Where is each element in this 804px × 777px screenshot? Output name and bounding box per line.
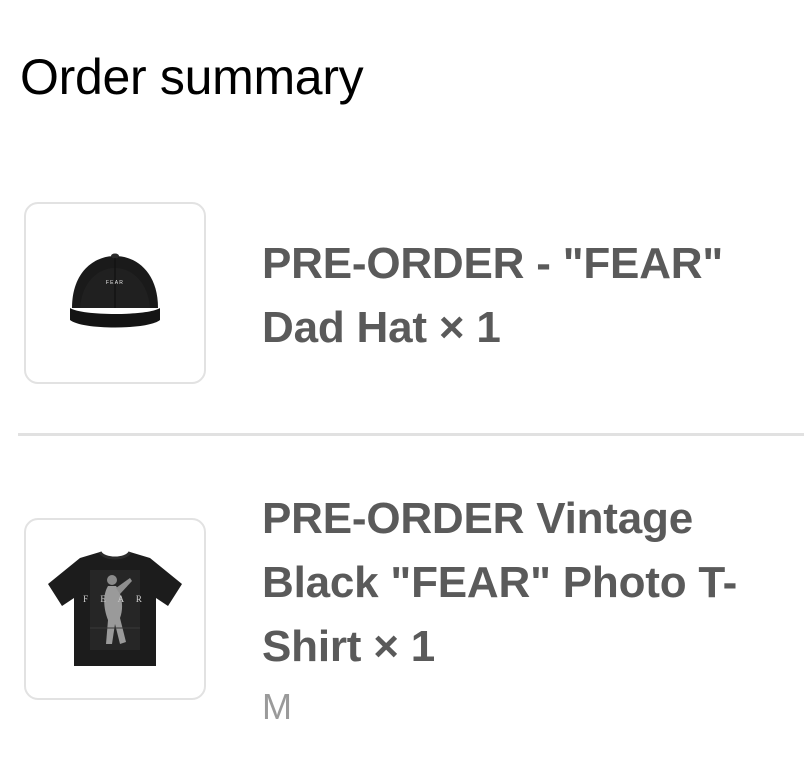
item-name-line: Black "FEAR" Photo T-	[262, 558, 738, 607]
item-variant-size: M	[262, 686, 292, 727]
hat-print-text: FEAR	[106, 280, 124, 286]
tshirt-print-text: F E A R	[83, 594, 147, 604]
item-details: PRE-ORDER - "FEAR" Dad Hat × 1	[262, 232, 792, 360]
black-dad-hat-image: FEAR	[70, 253, 160, 328]
item-name-line: Dad Hat × 1	[262, 303, 501, 352]
order-summary-title: Order summary	[20, 49, 364, 105]
product-thumbnail[interactable]: F E A R	[24, 518, 206, 700]
product-thumbnail[interactable]: FEAR	[24, 202, 206, 384]
item-name-line: PRE-ORDER Vintage	[262, 494, 693, 543]
item-name-line: Shirt × 1	[262, 622, 436, 671]
black-photo-tshirt-image: F E A R	[48, 551, 182, 666]
item-name: PRE-ORDER - "FEAR" Dad Hat × 1	[262, 232, 792, 360]
item-divider	[18, 433, 804, 436]
item-name-line: PRE-ORDER - "FEAR"	[262, 239, 724, 288]
item-name: PRE-ORDER Vintage Black "FEAR" Photo T- …	[262, 487, 792, 679]
item-details: PRE-ORDER Vintage Black "FEAR" Photo T- …	[262, 487, 792, 729]
